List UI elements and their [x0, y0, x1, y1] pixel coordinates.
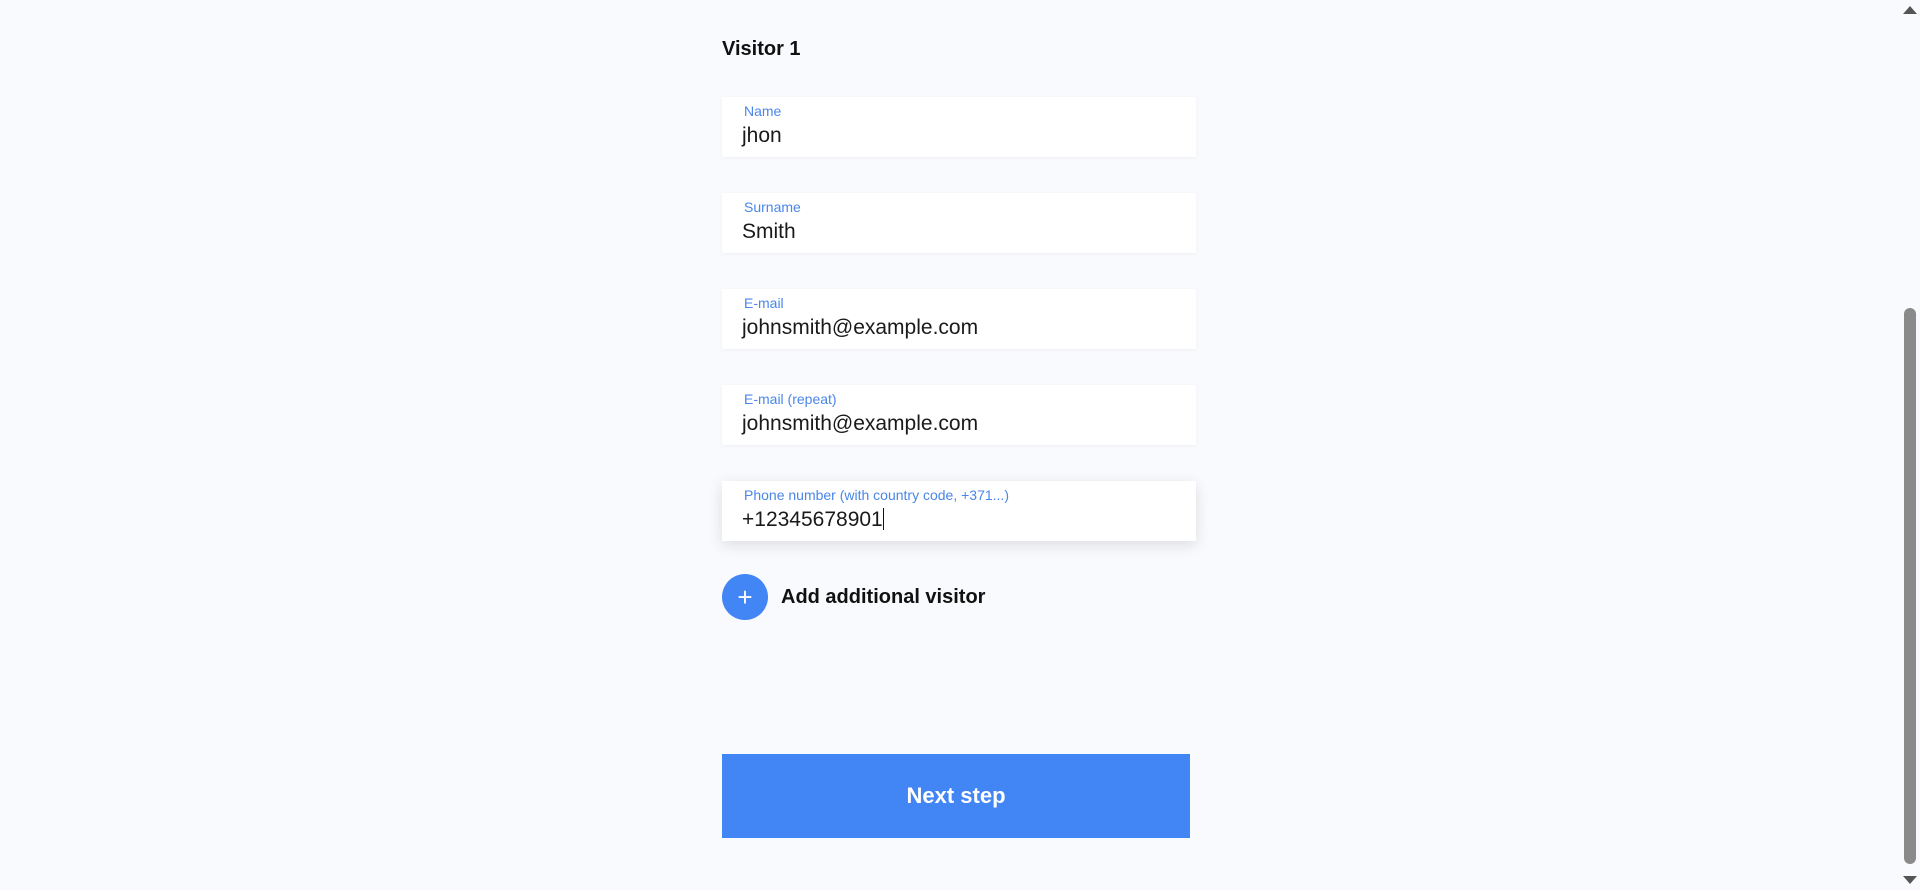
email-repeat-field-value[interactable]: johnsmith@example.com	[742, 412, 978, 436]
surname-field-label: Surname	[744, 199, 801, 215]
plus-icon[interactable]: +	[722, 574, 768, 620]
email-field[interactable]: E-mail johnsmith@example.com	[722, 289, 1196, 349]
next-step-button[interactable]: Next step	[722, 754, 1190, 838]
phone-field[interactable]: Phone number (with country code, +371...…	[722, 481, 1196, 541]
visitor-title: Visitor 1	[722, 38, 801, 60]
phone-field-value: +12345678901	[742, 508, 883, 531]
scroll-down-arrow-icon[interactable]	[1903, 876, 1917, 884]
name-field[interactable]: Name jhon	[722, 97, 1196, 157]
email-field-label: E-mail	[744, 295, 784, 311]
email-field-value[interactable]: johnsmith@example.com	[742, 316, 978, 340]
vertical-scrollbar[interactable]	[1900, 0, 1920, 890]
add-visitor-button[interactable]: + Add additional visitor	[722, 574, 985, 620]
scroll-up-arrow-icon[interactable]	[1903, 6, 1917, 14]
name-field-label: Name	[744, 103, 782, 119]
email-repeat-field[interactable]: E-mail (repeat) johnsmith@example.com	[722, 385, 1196, 445]
page: Visitor 1 Name jhon Surname Smith E-mail…	[0, 0, 1920, 890]
scroll-thumb[interactable]	[1904, 308, 1916, 864]
name-field-value[interactable]: jhon	[742, 124, 782, 148]
phone-field-label: Phone number (with country code, +371...…	[744, 487, 1009, 503]
add-visitor-label[interactable]: Add additional visitor	[781, 586, 985, 609]
surname-field-value[interactable]: Smith	[742, 220, 796, 244]
text-caret	[882, 508, 884, 530]
surname-field[interactable]: Surname Smith	[722, 193, 1196, 253]
phone-field-input[interactable]: +12345678901	[742, 508, 884, 532]
email-repeat-field-label: E-mail (repeat)	[744, 391, 837, 407]
